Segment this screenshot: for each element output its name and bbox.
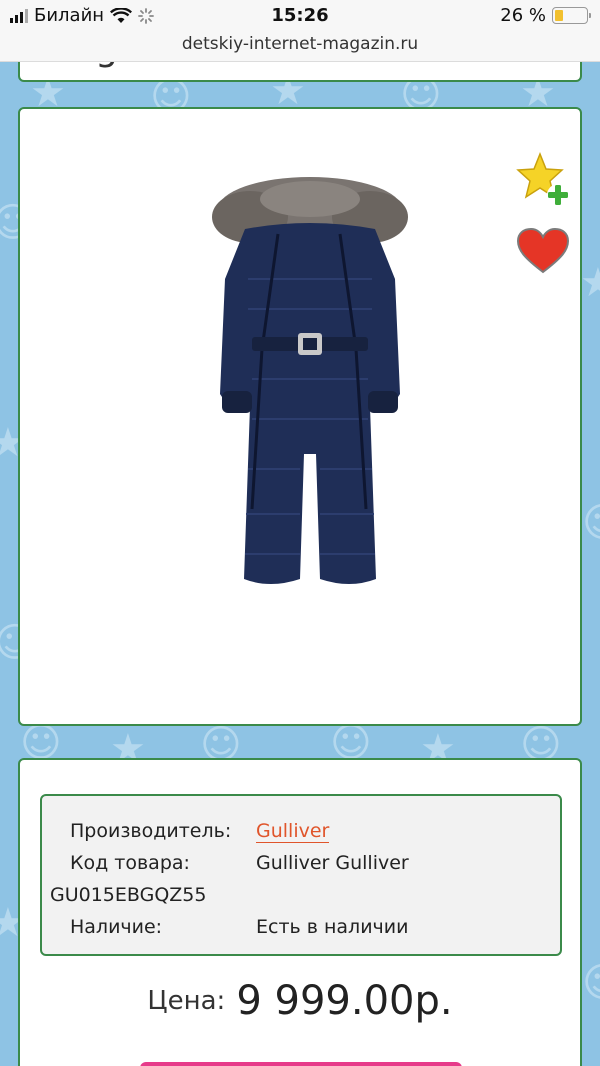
url-text[interactable]: detskiy-internet-magazin.ru bbox=[182, 34, 418, 54]
add-to-wishlist-button[interactable] bbox=[514, 151, 570, 207]
price-label: Цена: bbox=[147, 986, 226, 1016]
manufacturer-link[interactable]: Gulliver bbox=[256, 820, 330, 843]
manufacturer-label: Производитель: bbox=[70, 820, 232, 842]
price-value: 9 999.00р. bbox=[236, 978, 453, 1024]
product-info-card: Производитель: Gulliver Код товара: Gull… bbox=[18, 758, 582, 1066]
price-row: Цена: 9 999.00р. bbox=[20, 978, 580, 1024]
product-code-label: Код товара: bbox=[70, 852, 190, 874]
star-plus-icon bbox=[516, 151, 569, 206]
battery-percent: 26 % bbox=[500, 5, 546, 26]
url-bar[interactable]: detskiy-internet-magazin.ru bbox=[0, 34, 600, 62]
heart-icon bbox=[516, 227, 570, 274]
product-image[interactable] bbox=[190, 169, 430, 639]
product-specs: Производитель: Gulliver Код товара: Gull… bbox=[40, 794, 562, 956]
product-code-value-continued: GU015EBGQZ55 bbox=[50, 884, 207, 906]
product-code-value: Gulliver Gulliver bbox=[256, 852, 409, 874]
status-bar: Билайн 15:26 26 % bbox=[0, 0, 600, 34]
battery-icon bbox=[552, 7, 591, 24]
availability-value: Есть в наличии bbox=[256, 916, 409, 938]
buy-button[interactable] bbox=[140, 1062, 462, 1066]
product-image-card bbox=[18, 107, 582, 726]
add-to-favorites-button[interactable] bbox=[516, 227, 570, 275]
availability-label: Наличие: bbox=[70, 916, 163, 938]
